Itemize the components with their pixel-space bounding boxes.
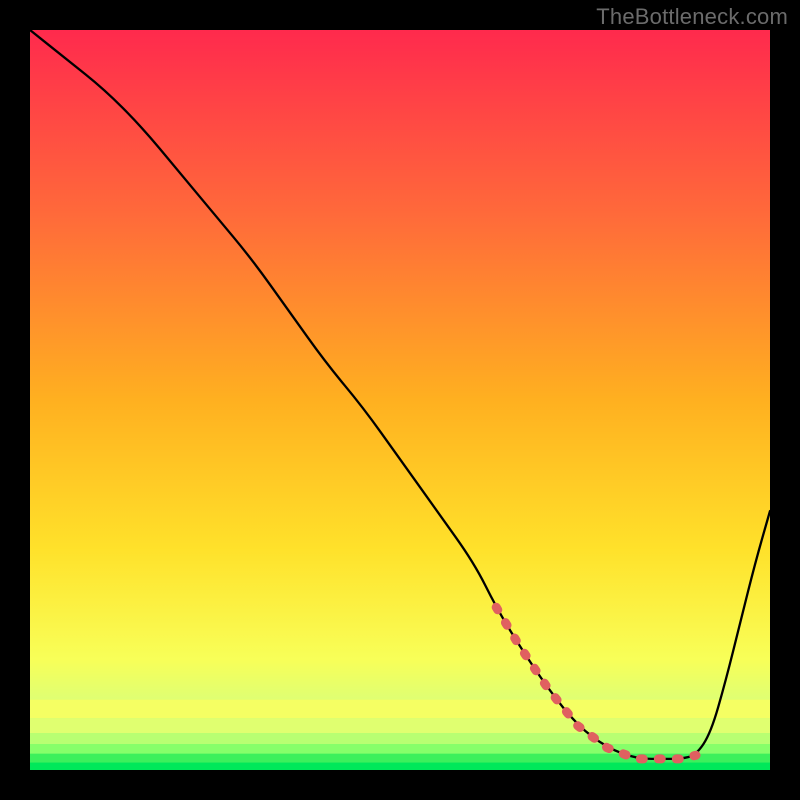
gradient-background <box>30 30 770 770</box>
bg-stripe <box>30 700 770 719</box>
bottleneck-chart <box>0 0 800 800</box>
bg-stripe <box>30 733 770 744</box>
bg-stripe <box>30 744 770 754</box>
bg-stripe <box>30 718 770 733</box>
chart-container: TheBottleneck.com <box>0 0 800 800</box>
bg-stripe <box>30 763 770 770</box>
